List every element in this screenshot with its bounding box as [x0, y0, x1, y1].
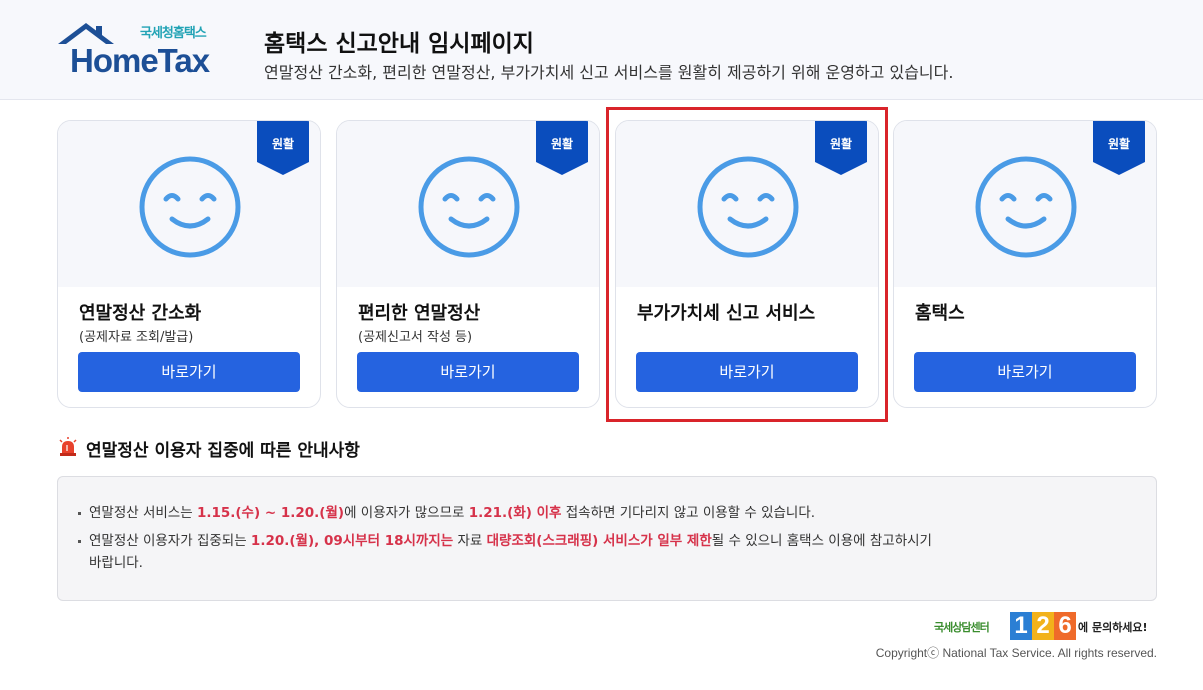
card-title: 연말정산 간소화	[79, 303, 202, 324]
logo-big-text: HomeTax	[70, 42, 210, 79]
go-button[interactable]: 바로가기	[78, 352, 300, 392]
call-center-number: 1 2 6	[1010, 612, 1076, 640]
service-card-convenient-yearend: 원활 편리한 연말정산 (공제신고서 작성 등) 바로가기	[336, 120, 600, 408]
siren-icon	[59, 437, 77, 456]
smile-icon	[418, 156, 520, 258]
notice-line-2-cont: 바랍니다.	[89, 555, 143, 571]
call-center-banner: 국세상담센터 1 2 6 에 문의하세요!	[934, 612, 1159, 640]
page-title: 홈택스 신고안내 임시페이지	[264, 31, 534, 57]
card-subtitle: (공제자료 조회/발급)	[79, 330, 194, 345]
notice-title: 연말정산 이용자 집중에 따른 안내사항	[86, 441, 360, 461]
service-card-hometax: 원활 홈택스 바로가기	[893, 120, 1157, 408]
notice-line-2: 연말정산 이용자가 집중되는 1.20.(월), 09시부터 18시까지는 자료…	[89, 533, 932, 549]
page-subtitle: 연말정산 간소화, 편리한 연말정산, 부가가치세 신고 서비스를 원활히 제공…	[264, 63, 954, 82]
page-header: 국세청홈택스 HomeTax 홈택스 신고안내 임시페이지 연말정산 간소화, …	[0, 0, 1203, 100]
bullet-icon	[78, 540, 81, 543]
logo-small-text: 국세청홈택스	[140, 26, 207, 41]
card-title: 편리한 연말정산	[358, 303, 481, 324]
smile-icon	[975, 156, 1077, 258]
notice-box: 연말정산 서비스는 1.15.(수) ~ 1.20.(월)에 이용자가 많으므로…	[57, 476, 1157, 601]
go-button[interactable]: 바로가기	[357, 352, 579, 392]
call-center-label: 국세상담센터	[934, 621, 990, 634]
copyright: Copyrightⓒ National Tax Service. All rig…	[875, 646, 1157, 660]
card-subtitle: (공제신고서 작성 등)	[358, 330, 473, 345]
service-card-simplified-yearend: 원활 연말정산 간소화 (공제자료 조회/발급) 바로가기	[57, 120, 321, 408]
bullet-icon	[78, 512, 81, 515]
card-title: 홈택스	[915, 303, 965, 324]
go-button[interactable]: 바로가기	[914, 352, 1136, 392]
highlight-box	[606, 107, 888, 422]
call-center-suffix: 에 문의하세요!	[1078, 621, 1148, 634]
smile-icon	[139, 156, 241, 258]
hometax-logo[interactable]: 국세청홈택스 HomeTax	[56, 20, 231, 79]
notice-line-1: 연말정산 서비스는 1.15.(수) ~ 1.20.(월)에 이용자가 많으므로…	[89, 505, 816, 521]
